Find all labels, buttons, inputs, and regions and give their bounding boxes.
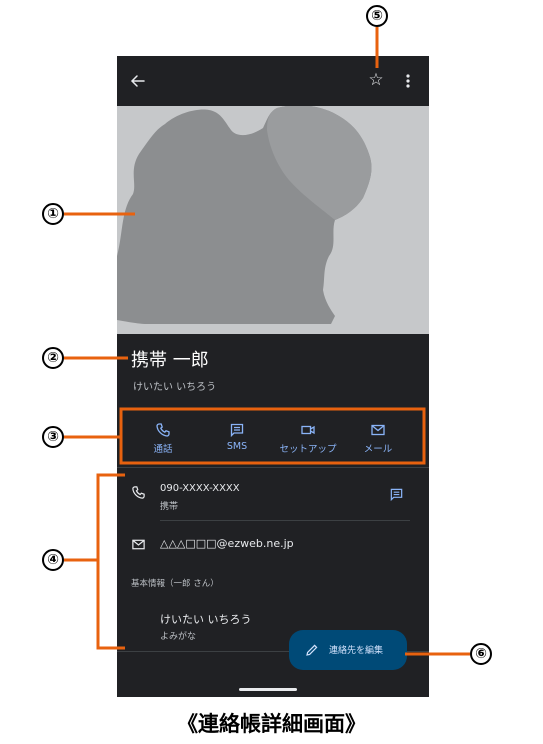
callout-2: ②	[42, 347, 64, 369]
callout-5: ⑤	[366, 5, 388, 27]
callout-4: ④	[42, 549, 64, 571]
callout-3: ③	[42, 426, 64, 448]
callout-6: ⑥	[470, 643, 492, 665]
callout-lines	[64, 27, 470, 656]
callout-1: ①	[42, 203, 64, 225]
figure-caption: 《連絡帳詳細画面》	[177, 712, 366, 736]
